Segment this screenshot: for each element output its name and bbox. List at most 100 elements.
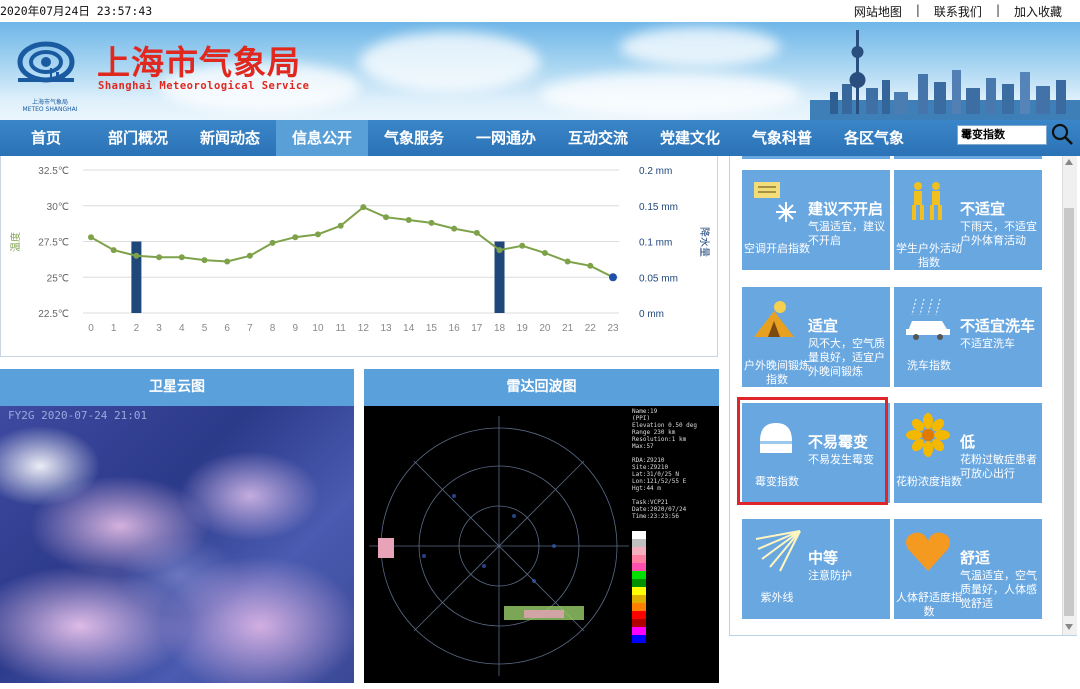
car-wash-icon (906, 298, 950, 340)
index-name: 空调开启指数 (744, 242, 810, 255)
flower-icon (906, 413, 950, 457)
left-axis-label: 温度 (9, 232, 22, 252)
x-tick-label: 9 (292, 323, 298, 334)
index-level: 舒适 (960, 549, 991, 567)
index-name: 学生户外活动指数 (896, 242, 962, 269)
tile-strip (742, 156, 890, 159)
index-desc: 气温适宜，空气质量好，人体感觉舒适 (960, 569, 1037, 610)
index-name: 户外晚间锻炼指数 (744, 359, 810, 386)
x-tick-label: 14 (403, 323, 415, 334)
x-tick-label: 11 (335, 323, 346, 334)
contact-link[interactable]: 联系我们 (920, 3, 996, 20)
y-tick-label-left: 32.5℃ (38, 166, 69, 177)
nav-interaction[interactable]: 互动交流 (560, 120, 636, 156)
current-datetime: 2020年07月24日 23:57:43 (0, 4, 153, 18)
y-tick-label-right: 0.2 mm (639, 166, 672, 177)
satellite-panel-title[interactable]: 卫星云图 (0, 369, 354, 406)
y-tick-label-left: 25℃ (47, 273, 69, 284)
scroll-down-icon[interactable] (1065, 624, 1073, 630)
x-tick-label: 20 (539, 323, 551, 334)
weather-chart-panel: 22.5℃ 0 mm 25℃ 0.05 mm 27.5℃ 0.1 mm 30℃ 0.15 mm… (0, 156, 718, 357)
tile-strip (894, 156, 1042, 159)
nav-party-culture[interactable]: 党建文化 (652, 120, 728, 156)
hikers-icon (912, 182, 942, 220)
temperature-point (292, 234, 299, 241)
index-desc: 风不大，空气质量良好，适宜户外晚间锻炼 (808, 337, 885, 378)
index-level: 建议不开启 (808, 200, 884, 218)
index-tile-student-outdoor[interactable]: 不适宜 下雨天，不适宜户外体育活动 学生户外活动指数 (894, 170, 1042, 270)
x-tick-label: 6 (224, 323, 230, 334)
index-name: 人体舒适度指数 (896, 591, 962, 618)
temperature-point (133, 252, 140, 259)
index-level: 中等 (808, 549, 839, 567)
cma-logo-icon[interactable] (12, 32, 80, 104)
index-desc: 花粉过敏症患者可放心出行 (960, 453, 1037, 480)
x-tick-label: 5 (202, 323, 208, 334)
nav-districts[interactable]: 各区气象 (836, 120, 912, 156)
temperature-point (609, 273, 617, 282)
index-name: 紫外线 (760, 591, 794, 604)
nav-home[interactable]: 首页 (14, 120, 78, 156)
y-tick-label-left: 30℃ (47, 202, 69, 213)
site-subtitle: Shanghai Meteorological Service (98, 80, 310, 92)
add-favorite-link[interactable]: 加入收藏 (1000, 3, 1076, 20)
search-icon[interactable] (1050, 122, 1074, 146)
temperature-point (156, 254, 163, 261)
top-bar: 2020年07月24日 23:57:43 网站地图 | 联系我们 | 加入收藏 (0, 0, 1080, 22)
nav-science[interactable]: 气象科普 (744, 120, 820, 156)
index-tile-pollen[interactable]: 低 花粉过敏症患者可放心出行 花粉浓度指数 (894, 403, 1042, 503)
temperature-point (178, 254, 185, 261)
index-tile-comfort[interactable]: 舒适 气温适宜，空气质量好，人体感觉舒适 人体舒适度指数 (894, 519, 1042, 619)
temperature-point (337, 222, 344, 229)
temperature-point (428, 219, 435, 226)
x-tick-label: 23 (607, 323, 619, 334)
temperature-point (541, 249, 548, 256)
index-desc: 下雨天，不适宜户外体育活动 (960, 220, 1037, 247)
temperature-point (224, 258, 231, 265)
nav-news[interactable]: 新闻动态 (192, 120, 268, 156)
shanghai-skyline-image (810, 30, 1080, 120)
search-input[interactable]: 霉变指数 (957, 125, 1047, 145)
temperature-point (269, 239, 276, 246)
main-nav: 首页 部门概况 新闻动态 信息公开 气象服务 一网通办 互动交流 党建文化 气象… (0, 120, 1080, 156)
scroll-thumb[interactable] (1064, 208, 1074, 616)
logo-caption: 上海市气象局 METEO SHANGHAI (22, 99, 78, 113)
temperature-point (473, 229, 480, 236)
site-title[interactable]: 上海市气象局 (97, 36, 301, 84)
index-tile-car-wash[interactable]: 不适宜洗车 不适宜洗车 洗车指数 (894, 287, 1042, 387)
index-level: 低 (960, 433, 976, 451)
index-level: 不适宜 (960, 200, 1006, 218)
temperature-point (314, 231, 321, 238)
scroll-up-icon[interactable] (1065, 159, 1073, 165)
index-name: 洗车指数 (907, 359, 951, 372)
index-name: 花粉浓度指数 (896, 475, 962, 488)
index-tile-uv[interactable]: 中等 注意防护 紫外线 (742, 519, 890, 619)
x-tick-label: 17 (471, 323, 483, 334)
heart-icon (906, 532, 950, 571)
y-tick-label-right: 0.05 mm (639, 273, 678, 284)
nav-weather-service[interactable]: 气象服务 (376, 120, 452, 156)
y-tick-label-right: 0.1 mm (639, 238, 672, 249)
x-tick-label: 21 (562, 323, 574, 334)
nav-info-disclosure[interactable]: 信息公开 (276, 120, 368, 156)
satellite-cloud-image[interactable]: FY2G 2020-07-24 21:01 (0, 406, 354, 683)
x-tick-label: 10 (312, 323, 324, 334)
tent-icon (754, 301, 794, 337)
hourly-weather-chart: 22.5℃ 0 mm 25℃ 0.05 mm 27.5℃ 0.1 mm 30℃ 0.15 mm… (9, 166, 711, 334)
temperature-point (519, 242, 526, 249)
radar-metadata: Name:19 (PPI) Elevation 0.50 deg Range 2… (632, 408, 698, 520)
x-tick-label: 19 (517, 323, 529, 334)
temperature-point (564, 258, 571, 265)
index-tile-ac[interactable]: 建议不开启 气温适宜，建议不开启 空调开启指数 (742, 170, 890, 270)
site-map-link[interactable]: 网站地图 (840, 3, 916, 20)
x-tick-label: 2 (134, 323, 140, 334)
radar-panel-title[interactable]: 雷达回波图 (364, 369, 719, 406)
index-level: 不适宜洗车 (960, 317, 1036, 335)
radar-echo-image[interactable]: Name:19 (PPI) Elevation 0.50 deg Range 2… (364, 406, 719, 683)
nav-one-stop[interactable]: 一网通办 (468, 120, 544, 156)
x-tick-label: 13 (380, 323, 392, 334)
satellite-timestamp: FY2G 2020-07-24 21:01 (8, 409, 148, 422)
nav-department[interactable]: 部门概况 (100, 120, 176, 156)
x-tick-label: 12 (358, 323, 370, 334)
index-tile-evening-exercise[interactable]: 适宜 风不大，空气质量良好，适宜户外晚间锻炼 户外晚间锻炼指数 (742, 287, 890, 387)
